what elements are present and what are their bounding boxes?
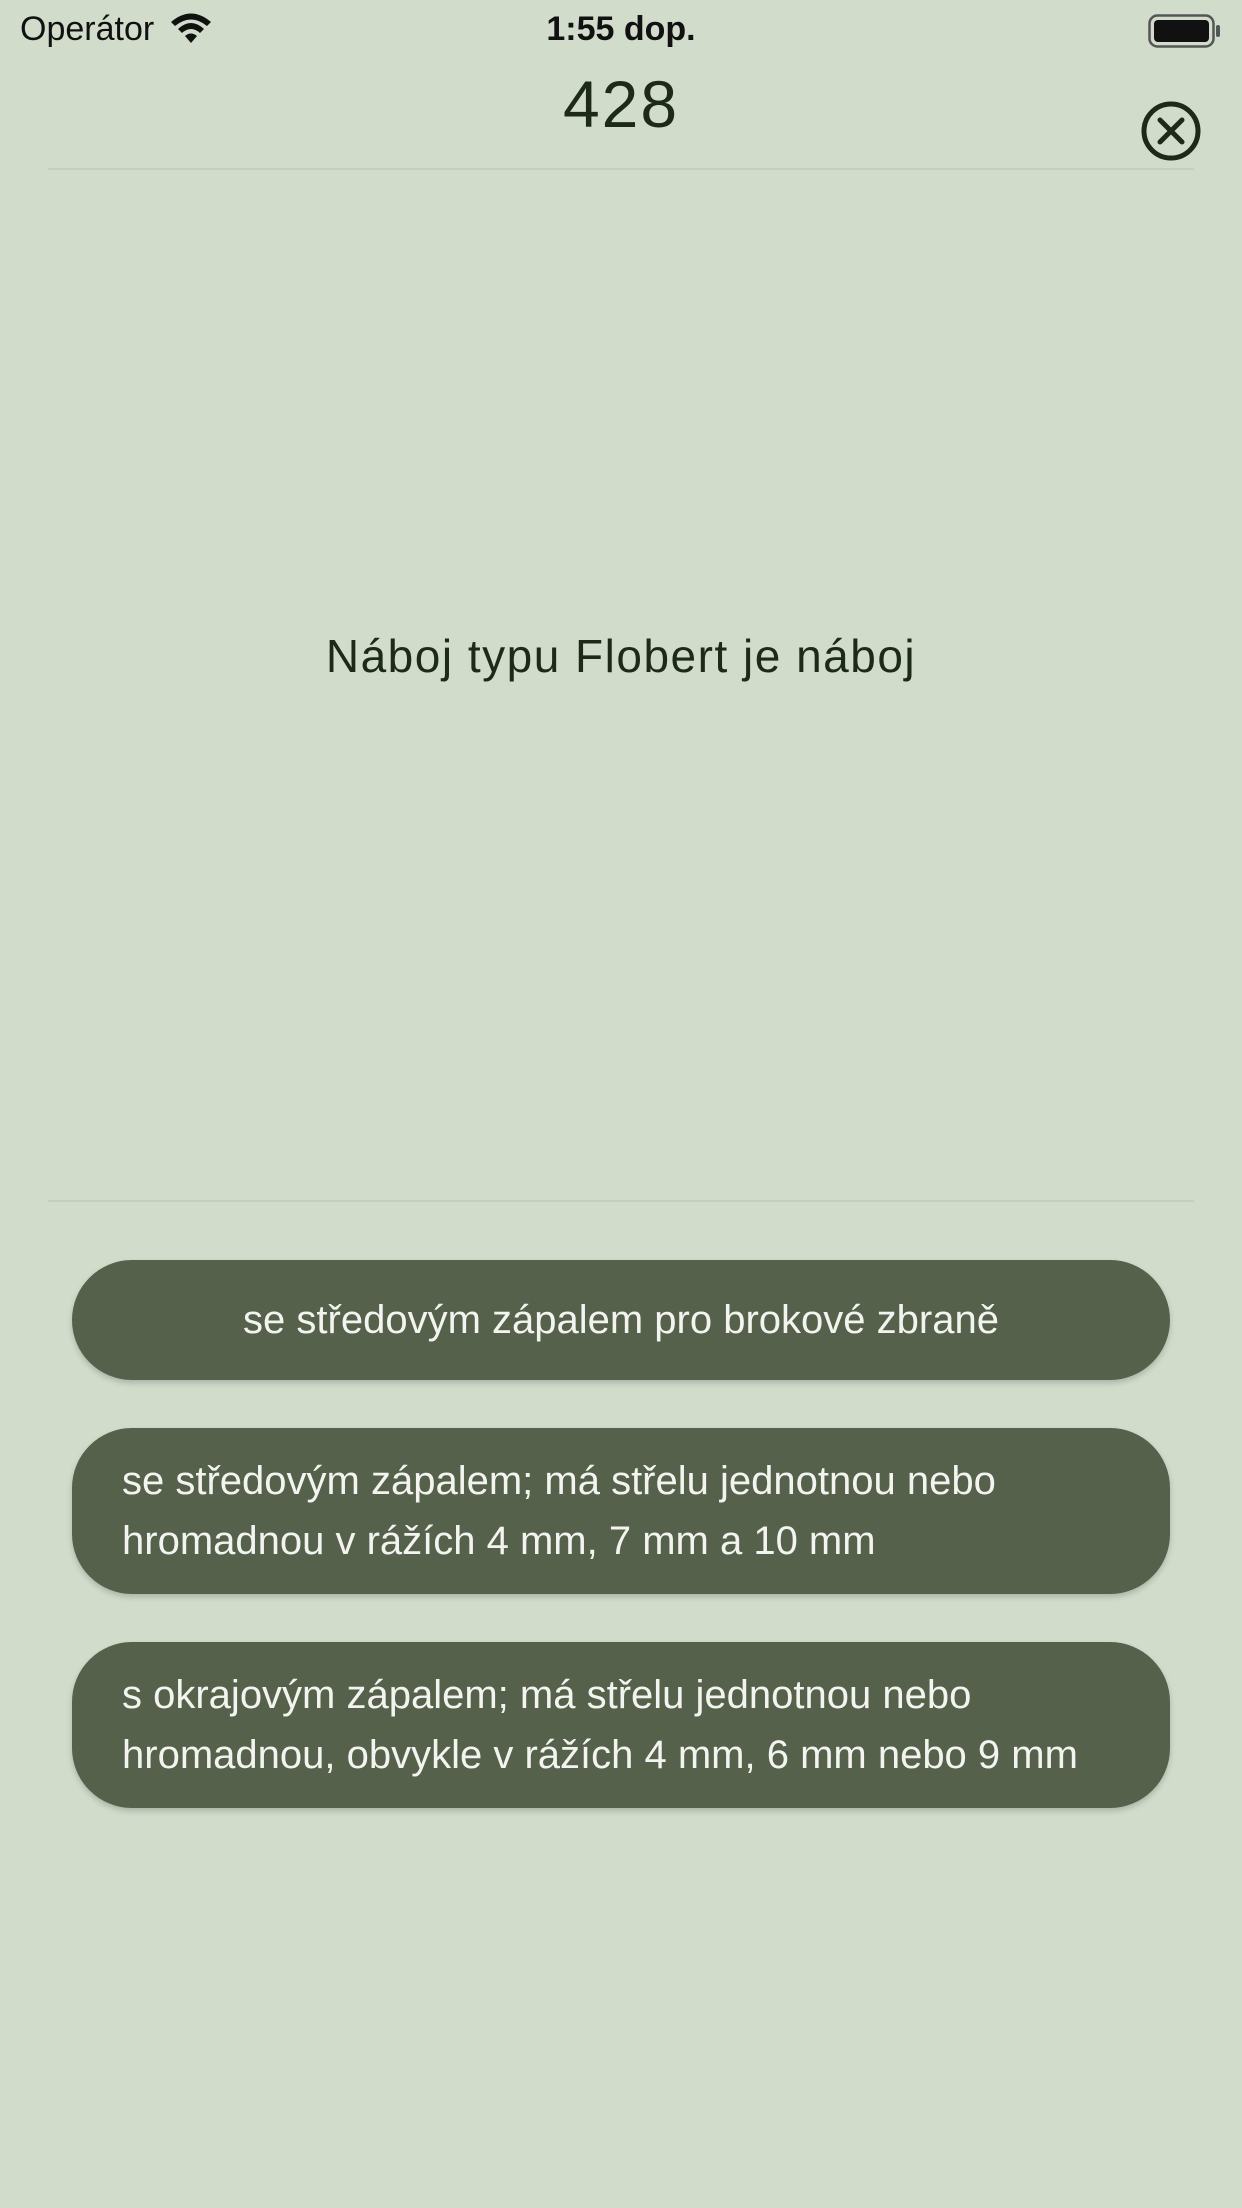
answer-list: se středovým zápalem pro brokové zbraně … <box>72 1260 1170 1856</box>
question-area: Náboj typu Flobert je náboj <box>48 170 1194 1202</box>
status-time: 1:55 dop. <box>546 10 696 48</box>
status-bar: Operátor 1:55 dop. <box>0 0 1242 62</box>
answer-button-1[interactable]: se středovým zápalem pro brokové zbraně <box>72 1260 1170 1380</box>
header: 428 <box>48 62 1201 170</box>
battery-full-icon <box>1148 14 1222 53</box>
question-text: Náboj typu Flobert je náboj <box>325 630 917 682</box>
answer-button-2[interactable]: se středovým zápalem; má střelu jednotno… <box>72 1428 1170 1594</box>
question-counter: 428 <box>562 67 680 141</box>
close-circle-icon <box>1141 101 1201 161</box>
close-button[interactable] <box>1140 100 1202 162</box>
answer-button-3[interactable]: s okrajovým zápalem; má střelu jednotnou… <box>72 1642 1170 1808</box>
